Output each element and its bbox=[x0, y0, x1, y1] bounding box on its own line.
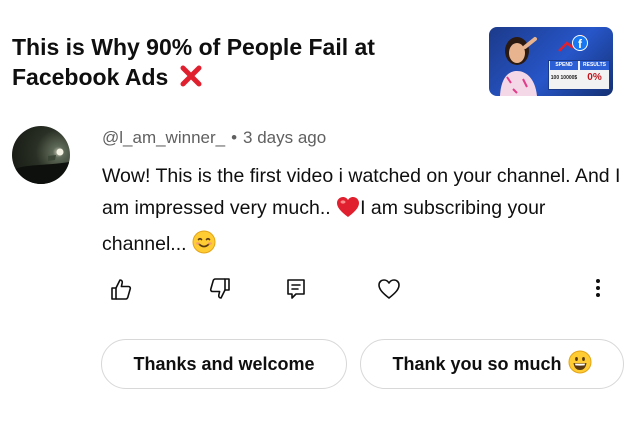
thumbnail-col2-value: 0% bbox=[587, 72, 602, 83]
thumbnail-col1-label: SPEND bbox=[550, 61, 578, 70]
suggested-replies: Thanks and welcome Thank you so much bbox=[0, 339, 638, 391]
thumbnail-col1-value: 100 10000$ bbox=[550, 75, 578, 81]
cross-mark-icon bbox=[179, 64, 203, 95]
reply-chip-label: Thank you so much bbox=[392, 353, 562, 374]
reply-chip-label: Thanks and welcome bbox=[133, 353, 315, 374]
person-image bbox=[500, 37, 537, 96]
reply-chip-thank-you-so-much[interactable]: Thank you so much bbox=[360, 339, 624, 389]
facebook-logo-icon: f bbox=[572, 35, 588, 51]
thumbnail-col2-label: RESULTS bbox=[580, 61, 609, 70]
thumbs-up-icon bbox=[111, 279, 132, 300]
more-options-button[interactable] bbox=[585, 276, 611, 302]
heart-icon bbox=[378, 279, 400, 299]
video-title[interactable]: This is Why 90% of People Fail at Facebo… bbox=[12, 32, 462, 95]
video-thumbnail[interactable]: f SPEND RESULTS 100 10000$ 0% bbox=[489, 27, 613, 96]
video-header: This is Why 90% of People Fail at Facebo… bbox=[0, 0, 638, 110]
red-heart-emoji-icon bbox=[336, 196, 360, 228]
meta-separator: • bbox=[231, 128, 238, 147]
reply-chip-thanks-and-welcome[interactable]: Thanks and welcome bbox=[101, 339, 347, 389]
comment-actions bbox=[0, 276, 638, 306]
like-button[interactable] bbox=[108, 276, 134, 302]
thumbs-down-icon bbox=[209, 278, 230, 299]
reply-icon bbox=[287, 279, 305, 299]
heart-button[interactable] bbox=[376, 276, 402, 302]
more-vertical-icon bbox=[596, 279, 600, 297]
comment-username[interactable]: @l_am_winner_ bbox=[102, 128, 225, 147]
comment-meta: @l_am_winner_ • 3 days ago bbox=[102, 128, 326, 148]
avatar[interactable] bbox=[12, 126, 70, 184]
comment-time: 3 days ago bbox=[243, 128, 327, 147]
grinning-face-emoji-icon bbox=[568, 350, 592, 379]
dislike-button[interactable] bbox=[207, 276, 233, 302]
comment-text: Wow! This is the first video i watched o… bbox=[102, 160, 622, 264]
thumbnail-table: SPEND RESULTS 100 10000$ 0% bbox=[548, 60, 610, 90]
video-title-line1: This is Why 90% of People Fail at bbox=[12, 34, 375, 60]
smiling-face-emoji-icon bbox=[192, 230, 216, 264]
reply-button[interactable] bbox=[283, 276, 309, 302]
video-title-line2: Facebook Ads bbox=[12, 64, 169, 90]
avatar-photo bbox=[12, 148, 70, 184]
